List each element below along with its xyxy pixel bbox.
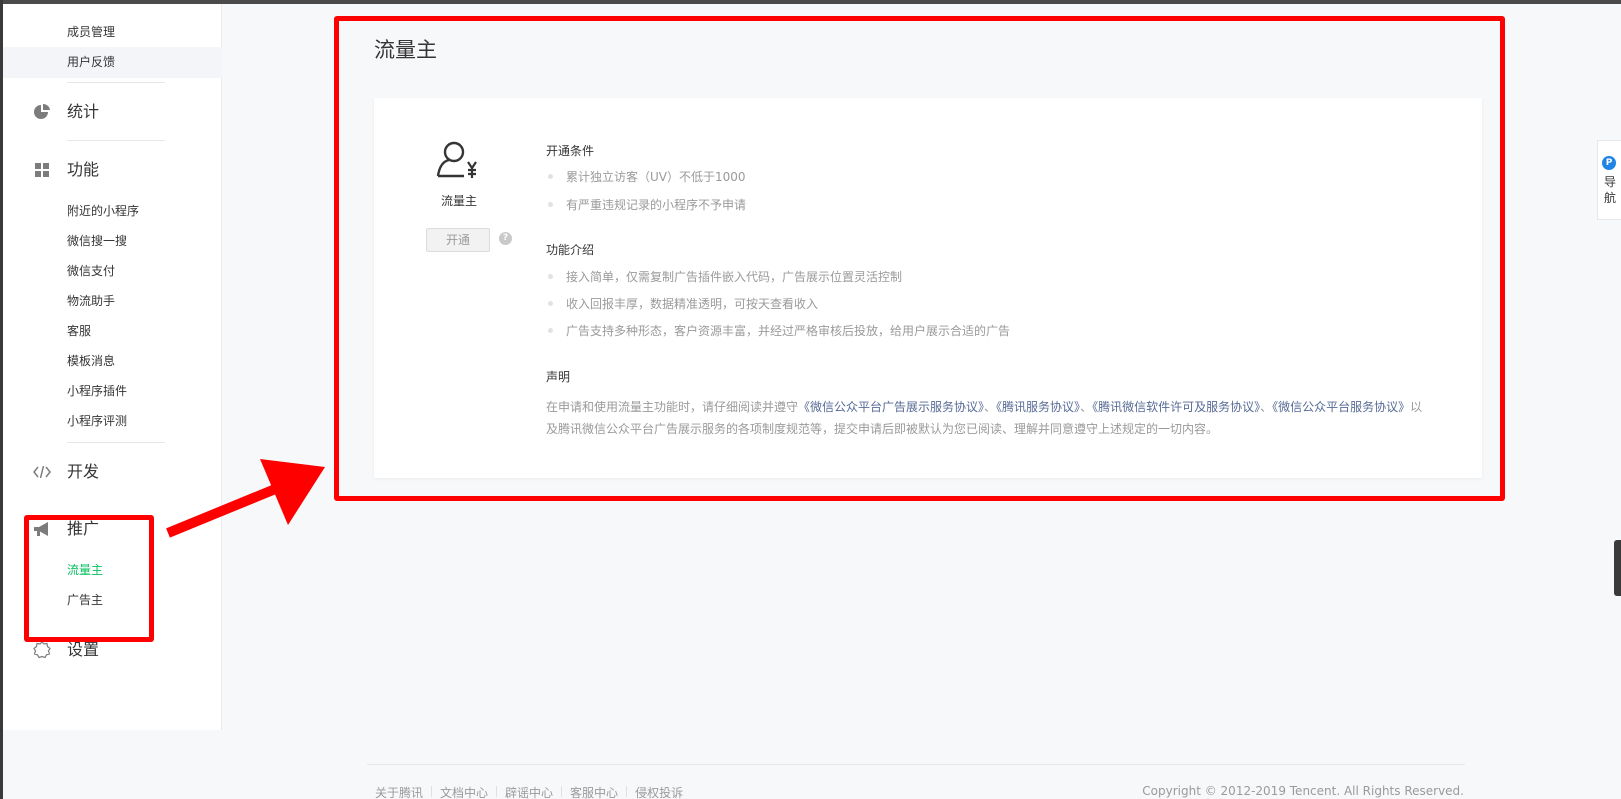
annotation-arrow-icon xyxy=(166,459,325,538)
floating-nav-label: 导航 xyxy=(1603,175,1616,205)
sidebar-divider xyxy=(67,442,165,443)
grid-icon xyxy=(35,163,49,177)
pie-chart-icon xyxy=(34,103,50,119)
sidebar-divider xyxy=(67,82,165,83)
p-icon: P xyxy=(1602,156,1616,170)
footer-link-rumor[interactable]: 辟谣中心 xyxy=(505,784,553,799)
footer-link-about[interactable]: 关于腾讯 xyxy=(375,784,423,799)
annotation-box-sidebar xyxy=(24,515,154,642)
sidebar-item-logistics[interactable]: 物流助手 xyxy=(3,286,222,317)
sidebar-item-template[interactable]: 模板消息 xyxy=(3,346,222,377)
footer-link-complaint[interactable]: 侵权投诉 xyxy=(635,784,683,799)
window-top-bar xyxy=(0,0,1621,4)
sidebar-item-members[interactable]: 成员管理 xyxy=(3,17,222,48)
gear-icon xyxy=(33,641,51,659)
sidebar-divider xyxy=(67,140,165,141)
copyright: Copyright © 2012-2019 Tencent. All Right… xyxy=(1142,784,1464,798)
sidebar-item-plugin[interactable]: 小程序插件 xyxy=(3,376,222,407)
footer-link-docs[interactable]: 文档中心 xyxy=(440,784,488,799)
footer-divider xyxy=(367,764,1465,765)
sidebar-category-label: 设置 xyxy=(67,640,100,659)
sidebar-item-pay[interactable]: 微信支付 xyxy=(3,256,222,287)
sidebar-category-label: 功能 xyxy=(67,160,100,179)
sidebar-category-label: 统计 xyxy=(67,102,100,121)
sidebar-item-review[interactable]: 小程序评测 xyxy=(3,406,222,437)
scrollbar-handle[interactable] xyxy=(1614,540,1621,596)
footer-separator xyxy=(431,786,433,797)
footer-link-support[interactable]: 客服中心 xyxy=(570,784,618,799)
footer-separator xyxy=(561,786,563,797)
floating-nav[interactable]: P 导航 xyxy=(1597,140,1621,220)
footer-links: 关于腾讯 文档中心 辟谣中心 客服中心 侵权投诉 xyxy=(375,784,683,799)
sidebar-item-feedback[interactable]: 用户反馈 xyxy=(3,47,222,78)
footer-separator xyxy=(626,786,628,797)
sidebar-category-label: 开发 xyxy=(67,462,100,481)
sidebar-item-service[interactable]: 客服 xyxy=(3,316,222,347)
sidebar-category-features[interactable]: 功能 xyxy=(3,155,222,185)
footer-separator xyxy=(496,786,498,797)
code-icon xyxy=(33,465,51,479)
sidebar-category-stats[interactable]: 统计 xyxy=(3,97,222,127)
sidebar-item-search[interactable]: 微信搜一搜 xyxy=(3,226,222,257)
sidebar-item-nearby[interactable]: 附近的小程序 xyxy=(3,196,222,227)
annotation-box-main xyxy=(334,16,1505,501)
